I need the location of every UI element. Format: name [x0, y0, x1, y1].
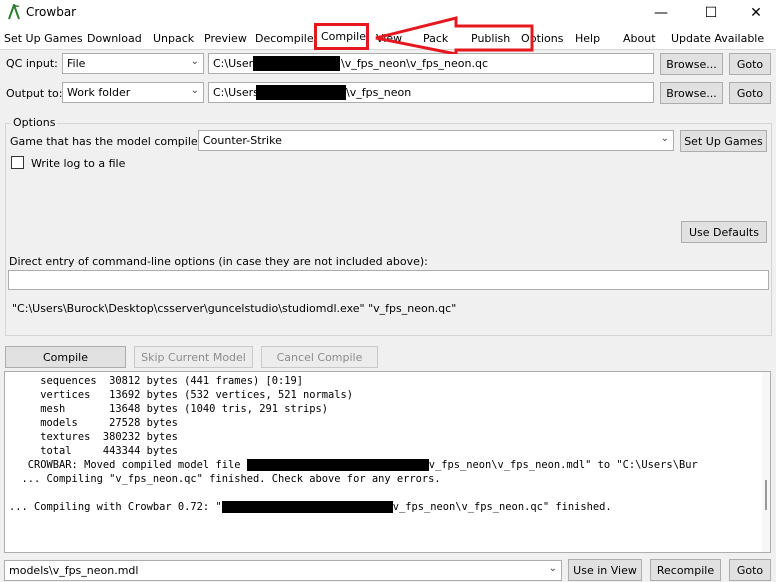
red-arrow-icon — [375, 16, 534, 54]
minimize-button[interactable]: — — [638, 0, 684, 26]
output-mode-select[interactable]: Work folder ⌄ — [62, 82, 204, 103]
skip-current-model-button[interactable]: Skip Current Model — [134, 346, 253, 368]
output-goto-button[interactable]: Goto — [729, 82, 771, 104]
redacted-path — [256, 85, 346, 100]
minimize-icon: — — [654, 5, 668, 21]
crowbar-logo-icon — [8, 4, 20, 20]
bottom-goto-button[interactable]: Goto — [729, 559, 771, 581]
close-button[interactable]: ✕ — [733, 0, 776, 26]
compile-button[interactable]: Compile — [5, 346, 126, 368]
use-in-view-button[interactable]: Use in View — [568, 559, 642, 581]
game-compiler-select[interactable]: Counter-Strike ⌄ — [198, 130, 674, 151]
output-mode-value: Work folder — [67, 86, 131, 99]
log-scrollbar[interactable] — [762, 372, 770, 552]
maximize-button[interactable]: ☐ — [688, 0, 734, 26]
command-line-label: Direct entry of command-line options (in… — [9, 255, 428, 268]
tab-set-up-games[interactable]: Set Up Games — [4, 32, 83, 45]
write-log-checkbox[interactable] — [11, 156, 24, 169]
qc-path-suffix: \v_fps_neon\v_fps_neon.qc — [341, 57, 489, 70]
tab-preview[interactable]: Preview — [204, 32, 247, 45]
chevron-down-icon: ⌄ — [548, 563, 557, 574]
tab-update-available[interactable]: Update Available — [671, 32, 764, 45]
tab-about[interactable]: About — [623, 32, 656, 45]
redacted-path — [221, 501, 393, 513]
chevron-down-icon: ⌄ — [190, 85, 199, 96]
log-text: sequences 30812 bytes (441 frames) [0:19… — [9, 375, 698, 513]
window-title: Crowbar — [26, 5, 77, 19]
chevron-down-icon: ⌄ — [190, 56, 199, 67]
command-line-input[interactable] — [8, 270, 769, 290]
options-group-label: Options — [11, 116, 58, 129]
chevron-down-icon: ⌄ — [660, 133, 669, 144]
output-path-prefix: C:\Users — [213, 86, 259, 99]
tab-help[interactable]: Help — [575, 32, 600, 45]
game-compiler-value: Counter-Strike — [203, 134, 282, 147]
qc-input-label: QC input: — [6, 57, 58, 70]
scrollbar-thumb[interactable] — [765, 480, 767, 510]
tab-unpack[interactable]: Unpack — [153, 32, 194, 45]
qc-goto-button[interactable]: Goto — [729, 53, 771, 75]
compiled-model-select[interactable]: models\v_fps_neon.mdl ⌄ — [4, 560, 562, 581]
use-defaults-button[interactable]: Use Defaults — [681, 221, 767, 243]
game-compiler-label: Game that has the model compiler: — [10, 135, 206, 148]
cancel-compile-button[interactable]: Cancel Compile — [261, 346, 378, 368]
redacted-path — [246, 459, 429, 471]
set-up-games-button[interactable]: Set Up Games — [680, 130, 767, 152]
compile-tab-highlight — [314, 23, 369, 50]
output-to-label: Output to: — [6, 87, 63, 100]
write-log-label: Write log to a file — [31, 157, 126, 170]
tab-decompile[interactable]: Decompile — [255, 32, 314, 45]
recompile-button[interactable]: Recompile — [650, 559, 721, 581]
output-browse-button[interactable]: Browse... — [660, 82, 723, 104]
close-icon: ✕ — [750, 5, 762, 21]
qc-input-mode-select[interactable]: File ⌄ — [62, 53, 204, 74]
compiled-model-value: models\v_fps_neon.mdl — [9, 564, 139, 577]
redacted-path — [253, 56, 340, 71]
qc-input-mode-value: File — [67, 57, 86, 70]
compile-log[interactable]: sequences 30812 bytes (441 frames) [0:19… — [4, 371, 771, 553]
tab-download[interactable]: Download — [87, 32, 142, 45]
maximize-icon: ☐ — [704, 5, 718, 21]
qc-browse-button[interactable]: Browse... — [660, 53, 723, 75]
output-path-suffix: \v_fps_neon — [346, 86, 412, 99]
command-preview: "C:\Users\Burock\Desktop\csserver\guncel… — [12, 302, 457, 315]
